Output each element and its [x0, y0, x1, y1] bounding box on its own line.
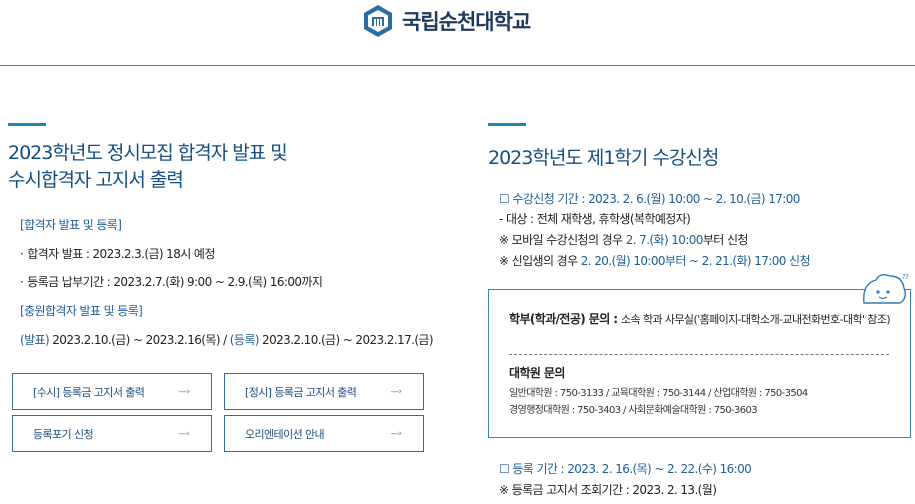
register-label: (등록) [229, 333, 260, 347]
mobile-note-date: 2. 7.(화) 10:00 [625, 233, 704, 247]
tuition-bill-notice: ※ 등록금 고지서 조회기간 : 2023. 2. 13.(월) [499, 483, 717, 497]
arrow-right-icon: —› [390, 428, 402, 439]
orientation-info-button[interactable]: 오리엔테이션 안내 —› [224, 415, 424, 452]
undergrad-inquiry-label: 학부(학과/전공) 문의 : [509, 312, 622, 326]
inquiry-box: 학부(학과/전공) 문의 : 소속 학과 사무실('홈페이지-대학소개-교내전화… [488, 289, 911, 438]
additional-dates: (발표) 2023.2.10.(금) ~ 2023.2.16(목) / (등록)… [20, 331, 434, 348]
university-emblem-icon [364, 5, 392, 37]
left-accent-bar [8, 123, 46, 126]
admission-title-line2: 수시합격자 고지서 출력 [8, 169, 184, 191]
arrow-right-icon: —› [178, 428, 190, 439]
bullet-payment: · 등록금 납부기간 : 2023.2.7.(화) 9:00 ~ 2.9.(목) … [20, 275, 323, 289]
freshman-registration-note: ※ 신입생의 경우 2. 20.(월) 10:00부터 ~ 2. 21.(화) … [499, 252, 811, 269]
section-head-additional: [충원합격자 발표 및 등록] [20, 304, 143, 318]
undergrad-inquiry: 학부(학과/전공) 문의 : 소속 학과 사무실('홈페이지-대학소개-교내전화… [509, 311, 899, 328]
freshman-note-date: 2. 20.(월) 10:00부터 ~ 2. 21.(화) 17:00 신청 [580, 254, 811, 268]
grad-inquiry-line2: 경영행정대학원 : 750-3403 / 사회문화예술대학원 : 750-360… [509, 405, 758, 416]
tuition-register-period: ☐ 등록 기간 : 2023. 2. 16.(목) ~ 2. 22.(수) 16… [499, 462, 752, 476]
withdraw-registration-label: 등록포기 신청 [33, 427, 94, 441]
regular-tuition-bill-label: [정시] 등록금 고지서 출력 [245, 385, 357, 399]
university-name: 국립순천대학교 [402, 10, 531, 34]
svg-text:??: ?? [902, 273, 909, 281]
freshman-note-prefix: ※ 신입생의 경우 [499, 254, 581, 268]
arrow-right-icon: —› [390, 386, 402, 397]
registration-target: - 대상 : 전체 재학생, 휴학생(복학예정자) [499, 212, 691, 226]
right-accent-bar [488, 123, 526, 126]
orientation-info-label: 오리엔테이션 안내 [245, 427, 325, 441]
withdraw-registration-button[interactable]: 등록포기 신청 —› [12, 415, 212, 452]
admission-title: 2023학년도 정시모집 합격자 발표 및 수시합격자 고지서 출력 [8, 140, 408, 194]
early-tuition-bill-button[interactable]: [수시] 등록금 고지서 출력 —› [12, 373, 212, 410]
admission-title-line1: 2023학년도 정시모집 합격자 발표 및 [8, 142, 288, 164]
site-header: 국립순천대학교 [0, 0, 915, 66]
registration-period: ☐ 수강신청 기간 : 2023. 2. 6.(월) 10:00 ~ 2. 10… [499, 192, 800, 206]
university-logo[interactable]: 국립순천대학교 [362, 4, 531, 38]
bullet-announcement-text: 합격자 발표 : 2023.2.3.(금) 18시 예정 [27, 247, 215, 261]
grad-inquiry-line1: 일반대학원 : 750-3133 / 교육대학원 : 750-3144 / 산업… [509, 388, 808, 399]
mobile-registration-note: ※ 모바일 수강신청의 경우 2. 7.(화) 10:00부터 신청 [499, 231, 748, 248]
announce-label: (발표) [20, 333, 50, 347]
bullet-payment-text: 등록금 납부기간 : 2023.2.7.(화) 9:00 ~ 2.9.(목) 1… [27, 275, 323, 289]
speech-bubble-icon: ?? [863, 273, 910, 304]
course-registration-title: 2023학년도 제1학기 수강신청 [488, 147, 719, 169]
mobile-note-suffix: 부터 신청 [702, 233, 749, 247]
box-divider [509, 354, 889, 355]
register-dates: 2023.2.10.(금) ~ 2023.2.17.(금) [258, 333, 433, 347]
regular-tuition-bill-button[interactable]: [정시] 등록금 고지서 출력 —› [224, 373, 424, 410]
undergrad-inquiry-detail: 소속 학과 사무실('홈페이지-대학소개-교내전화번호-대학' 참조) [621, 313, 891, 326]
mobile-note-prefix: ※ 모바일 수강신청의 경우 [499, 233, 626, 247]
early-tuition-bill-label: [수시] 등록금 고지서 출력 [33, 385, 145, 399]
grad-inquiry-head: 대학원 문의 [509, 366, 565, 380]
bullet-announcement: · 합격자 발표 : 2023.2.3.(금) 18시 예정 [20, 247, 215, 261]
arrow-right-icon: —› [178, 386, 190, 397]
announce-dates: 2023.2.10.(금) ~ 2023.2.16(목) / [49, 333, 230, 347]
section-head-result: [합격자 발표 및 등록] [20, 218, 122, 232]
